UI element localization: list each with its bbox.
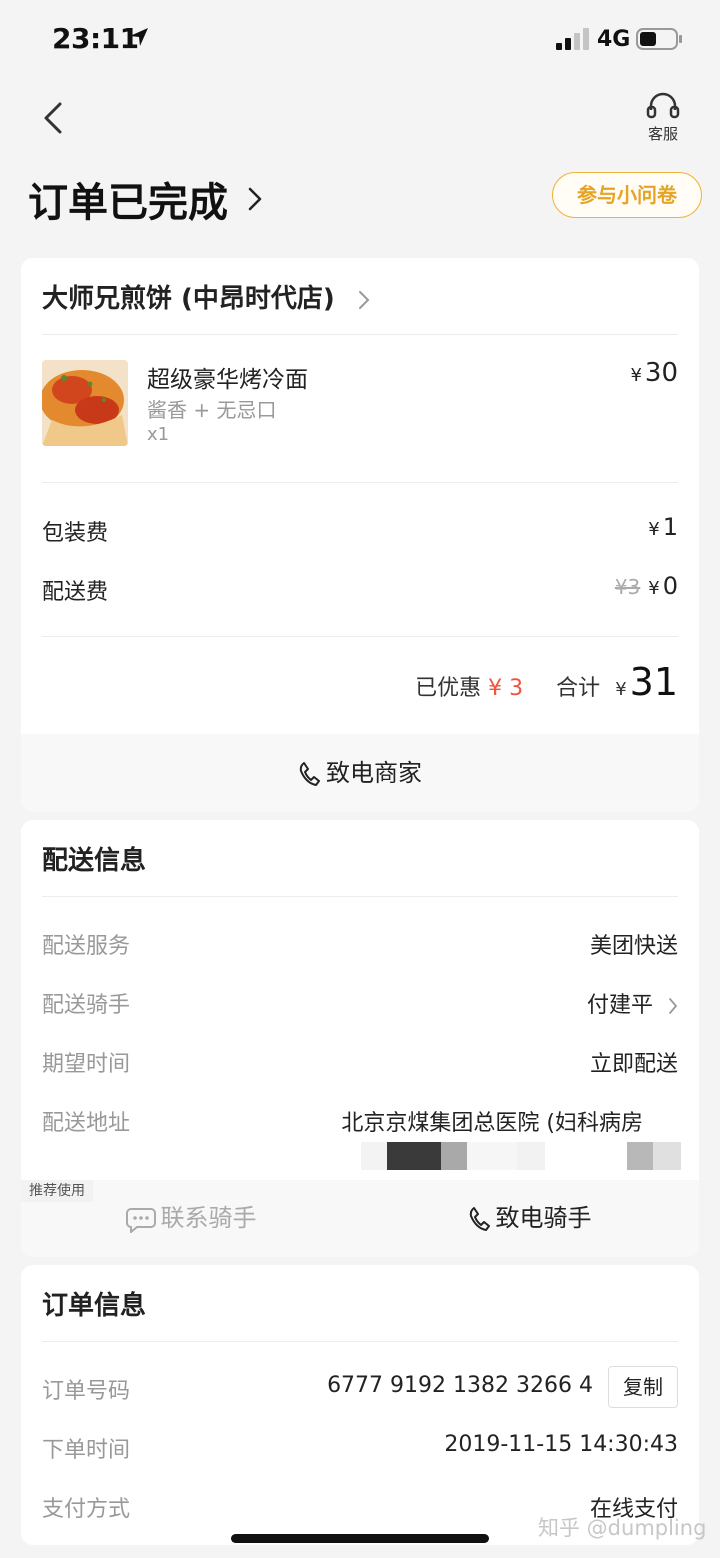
item-price-value: 30 xyxy=(644,358,678,388)
order-info-card: 订单信息 订单号码 6777 9192 1382 3266 4 复制 下单时间 … xyxy=(21,1265,699,1545)
discount-value: ¥ 3 xyxy=(488,676,524,701)
chevron-right-icon xyxy=(248,187,262,211)
total-value: 31 xyxy=(629,660,678,704)
currency-symbol: ¥ xyxy=(630,365,642,386)
rider-link[interactable]: 付建平 xyxy=(587,987,678,1019)
location-arrow-icon xyxy=(130,28,148,46)
page-title: 订单已完成 xyxy=(28,180,228,226)
delivery-service-value: 美团快送 xyxy=(589,934,678,959)
chat-bubble-icon xyxy=(125,1208,156,1233)
currency-symbol: ¥ xyxy=(615,679,627,700)
redacted-address-mosaic xyxy=(361,1142,681,1170)
order-number-label: 订单号码 xyxy=(42,1379,131,1404)
recommend-badge: 推荐使用 xyxy=(21,1180,93,1202)
section-title: 订单信息 xyxy=(42,1291,147,1321)
divider xyxy=(42,1341,678,1342)
back-arrow-icon[interactable] xyxy=(38,98,72,138)
divider xyxy=(42,334,678,335)
delivery-fee-label: 配送费 xyxy=(42,580,109,605)
contact-rider-label: 联系骑手 xyxy=(160,1204,257,1232)
expected-time-label: 期望时间 xyxy=(42,1052,131,1077)
delivery-fee-amount: 0 xyxy=(662,572,678,600)
signal-icon xyxy=(556,28,589,50)
item-spec: 酱香 + 无忌口 xyxy=(147,398,277,422)
call-rider-label: 致电骑手 xyxy=(495,1204,592,1232)
delivery-info-card: 配送信息 配送服务 美团快送 配送骑手 付建平 期望时间 立即配送 配送地址 北… xyxy=(21,820,699,1257)
phone-icon xyxy=(469,1207,490,1231)
rider-name: 付建平 xyxy=(586,993,653,1018)
headset-icon xyxy=(646,92,680,119)
call-merchant-button[interactable]: 致电商家 xyxy=(21,734,699,812)
chevron-right-icon xyxy=(358,290,370,309)
section-title: 配送信息 xyxy=(42,846,147,876)
divider xyxy=(42,896,678,897)
order-time-value: 2019-11-15 14:30:43 xyxy=(444,1432,678,1457)
currency-symbol: ¥ xyxy=(648,519,660,540)
delivery-fee-value: ¥3 ¥0 xyxy=(615,572,678,600)
divider xyxy=(42,636,678,637)
rider-actions: 联系骑手 致电骑手 xyxy=(21,1180,699,1257)
address-label: 配送地址 xyxy=(42,1111,131,1136)
home-indicator[interactable] xyxy=(231,1534,489,1543)
discount-label: 已优惠 xyxy=(415,676,482,701)
order-time-label: 下单时间 xyxy=(42,1438,131,1463)
expected-time-value: 立即配送 xyxy=(589,1052,678,1077)
order-total: 已优惠 ¥ 3 合计 ¥31 xyxy=(415,660,678,708)
customer-service-button[interactable]: 客服 xyxy=(636,92,690,144)
delivery-service-label: 配送服务 xyxy=(42,934,131,959)
item-quantity: x1 xyxy=(147,424,170,445)
call-merchant-label: 致电商家 xyxy=(326,759,422,787)
customer-service-label: 客服 xyxy=(647,125,678,143)
chevron-right-icon xyxy=(669,998,678,1014)
rider-label: 配送骑手 xyxy=(42,993,131,1018)
packaging-fee-amount: 1 xyxy=(662,513,678,541)
packaging-fee-value: ¥1 xyxy=(648,513,678,541)
currency-symbol: ¥ xyxy=(648,578,660,599)
order-items-card: 大师兄煎饼 (中昂时代店) 超级豪华烤冷面 酱香 + 无忌口 x1 ¥30 包装… xyxy=(21,258,699,812)
phone-icon xyxy=(299,762,320,786)
item-price: ¥30 xyxy=(630,358,678,388)
network-type: 4G xyxy=(597,27,631,52)
food-thumbnail xyxy=(42,360,128,446)
copy-button[interactable]: 复制 xyxy=(608,1366,678,1408)
status-time: 23:11 xyxy=(52,22,139,55)
total-label: 合计 xyxy=(556,676,601,701)
payment-method-label: 支付方式 xyxy=(42,1497,131,1522)
item-name: 超级豪华烤冷面 xyxy=(147,367,308,393)
order-number-value: 6777 9192 1382 3266 4 xyxy=(327,1373,593,1398)
divider xyxy=(42,482,678,483)
shop-name: 大师兄煎饼 (中昂时代店) xyxy=(42,284,335,314)
watermark: 知乎 @dumpling xyxy=(538,1516,707,1540)
battery-icon xyxy=(636,28,682,50)
shop-link[interactable]: 大师兄煎饼 (中昂时代店) xyxy=(42,278,370,315)
packaging-fee-label: 包装费 xyxy=(42,521,109,546)
address-value: 北京京煤集团总医院 (妇科病房 xyxy=(341,1111,643,1136)
call-rider-button[interactable]: 致电骑手 xyxy=(360,1180,699,1257)
status-bar: 23:11 4G xyxy=(0,0,720,80)
original-delivery-fee: ¥3 xyxy=(614,575,641,599)
order-status-header[interactable]: 订单已完成 xyxy=(28,170,263,226)
survey-button[interactable]: 参与小问卷 xyxy=(552,172,702,218)
